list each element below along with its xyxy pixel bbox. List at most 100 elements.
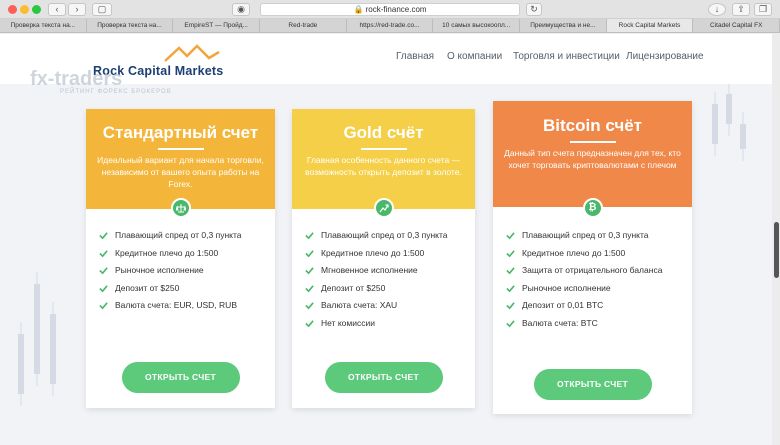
feature-item: Кредитное плечо до 1:500 — [99, 245, 269, 263]
feature-text: Защита от отрицательного баланса — [522, 265, 663, 275]
card-standard: Стандартный счет Идеальный вариант для н… — [86, 109, 275, 408]
shield-icon[interactable]: ◉ — [232, 3, 250, 16]
downloads-icon[interactable]: ↓ — [708, 3, 726, 16]
feature-item: Плавающий спред от 0,3 пункта — [305, 227, 469, 245]
card-gold-title: Gold счёт — [343, 123, 424, 142]
feature-text: Депозит от $250 — [321, 282, 386, 293]
check-icon — [506, 285, 515, 293]
web-page: Rock Capital Markets Главная О компании … — [0, 34, 780, 445]
browser-tab[interactable]: Проверка текста на... — [87, 19, 174, 32]
check-icon — [506, 250, 515, 258]
feature-text: Кредитное плечо до 1:500 — [115, 247, 219, 258]
feature-item: Плавающий спред от 0,3 пункта — [99, 227, 269, 245]
card-bitcoin-header: Bitcoin счёт Данный тип счета предназнач… — [493, 101, 692, 218]
card-gold-features: Плавающий спред от 0,3 пункта Кредитное п… — [305, 227, 469, 332]
check-icon — [305, 250, 314, 258]
reload-icon[interactable]: ↻ — [526, 3, 542, 16]
close-window-button[interactable] — [8, 5, 17, 14]
open-account-button-standard[interactable]: ОТКРЫТЬ СЧЕТ — [121, 362, 240, 393]
title-underline — [360, 148, 407, 150]
browser-tab[interactable]: Citadel Capital FX — [693, 19, 780, 32]
card-bitcoin-title: Bitcoin счёт — [543, 116, 642, 135]
feature-text: Депозит от $250 — [115, 282, 180, 293]
feature-item: Валюта счета: EUR, USD, RUB — [99, 297, 269, 315]
feature-item: Мгновенное исполнение — [305, 262, 469, 280]
title-underline — [569, 141, 616, 143]
forward-button[interactable]: › — [68, 3, 86, 16]
watermark-subtitle: РЕЙТИНГ ФОРЕКС БРОКЕРОВ — [60, 89, 172, 95]
watermark-logo: fx-traders — [30, 68, 123, 90]
feature-text: Мгновенное исполнение — [321, 265, 418, 275]
feature-item: Депозит от $250 — [305, 280, 469, 298]
url-text: rock-finance.com — [365, 5, 427, 14]
card-bitcoin-description: Данный тип счета предназначен для тех, к… — [504, 148, 681, 170]
check-icon — [506, 267, 515, 275]
browser-tab[interactable]: Red-trade — [260, 19, 347, 32]
open-account-button-gold[interactable]: ОТКРЫТЬ СЧЕТ — [324, 362, 443, 393]
lock-icon: 🔒 — [353, 5, 364, 14]
check-icon — [305, 267, 314, 275]
card-standard-title: Стандартный счет — [102, 123, 259, 142]
check-icon — [99, 285, 108, 293]
feature-text: Кредитное плечо до 1:500 — [522, 247, 626, 258]
check-icon — [99, 267, 108, 275]
nav-home[interactable]: Главная — [396, 51, 434, 62]
tabs-overview-icon[interactable]: ❐ — [754, 3, 772, 16]
card-standard-features: Плавающий спред от 0,3 пункта Кредитное п… — [99, 227, 269, 315]
card-gold: Gold счёт Главная особенность данного сч… — [292, 109, 475, 408]
nav-about[interactable]: О компании — [447, 51, 502, 62]
browser-tab[interactable]: Проверка текста на... — [0, 19, 87, 32]
sidebar-icon[interactable]: ▢ — [92, 3, 112, 16]
check-icon — [99, 250, 108, 258]
feature-item: Валюта счета: XAU — [305, 297, 469, 315]
nav-trading[interactable]: Торговля и инвестиции — [513, 51, 620, 62]
feature-text: Валюта счета: XAU — [321, 300, 398, 310]
check-icon — [506, 232, 515, 240]
feature-text: Депозит от 0,01 BTC — [522, 300, 604, 310]
minimize-window-button[interactable] — [20, 5, 29, 14]
scale-icon — [170, 198, 191, 218]
browser-tab[interactable]: Rock Capital Markets — [606, 19, 694, 32]
feature-text: Кредитное плечо до 1:500 — [321, 247, 425, 258]
check-icon — [99, 232, 108, 240]
feature-item: Защита от отрицательного баланса — [506, 262, 686, 280]
check-icon — [305, 232, 314, 240]
feature-text: Плавающий спред от 0,3 пункта — [115, 230, 242, 240]
page-scrollbar[interactable] — [772, 34, 780, 445]
open-account-button-bitcoin[interactable]: ОТКРЫТЬ СЧЕТ — [533, 369, 652, 400]
check-icon — [506, 302, 515, 310]
card-standard-description: Идеальный вариант для начала торговли, н… — [97, 155, 264, 189]
check-icon — [99, 302, 108, 310]
card-bitcoin-features: Плавающий спред от 0,3 пункта Кредитное п… — [506, 227, 686, 332]
check-icon — [506, 320, 515, 328]
check-icon — [305, 320, 314, 328]
feature-item: Кредитное плечо до 1:500 — [506, 245, 686, 263]
feature-text: Рыночное исполнение — [115, 265, 204, 275]
tab-bar: Проверка текста на... Проверка текста на.… — [0, 19, 780, 33]
scrollbar-thumb[interactable] — [774, 222, 779, 278]
card-gold-description: Главная особенность данного счета — возм… — [305, 155, 462, 177]
feature-item: Рыночное исполнение — [506, 280, 686, 298]
browser-tab[interactable]: Преимущества и не... — [520, 19, 607, 32]
feature-item: Депозит от $250 — [99, 280, 269, 298]
feature-item: Депозит от 0,01 BTC — [506, 297, 686, 315]
browser-toolbar: ‹ › ▢ ◉ 🔒 rock-finance.com ↻ ↓ ⇧ ❐ — [0, 0, 780, 19]
browser-tab[interactable]: EmpireST — Пройд... — [173, 19, 261, 32]
card-gold-header: Gold счёт Главная особенность данного сч… — [292, 109, 475, 218]
browser-tab[interactable]: https://red-trade.co... — [347, 19, 434, 32]
address-bar[interactable]: 🔒 rock-finance.com — [260, 3, 520, 16]
feature-text: Плавающий спред от 0,3 пункта — [321, 230, 448, 240]
nav-licensing[interactable]: Лицензирование — [626, 51, 704, 62]
browser-tab[interactable]: 10 самых высокоопл... — [433, 19, 521, 32]
mountain-logo-icon — [164, 44, 220, 62]
feature-item: Плавающий спред от 0,3 пункта — [506, 227, 686, 245]
feature-text: Нет комиссии — [321, 317, 375, 328]
share-icon[interactable]: ⇧ — [732, 3, 750, 16]
feature-item: Валюта счета: BTC — [506, 315, 686, 333]
maximize-window-button[interactable] — [32, 5, 41, 14]
feature-item: Нет комиссии — [305, 315, 469, 333]
bitcoin-icon: ₿ — [582, 198, 603, 218]
feature-item: Кредитное плечо до 1:500 — [305, 245, 469, 263]
back-button[interactable]: ‹ — [48, 3, 66, 16]
feature-text: Валюта счета: EUR, USD, RUB — [115, 300, 237, 310]
